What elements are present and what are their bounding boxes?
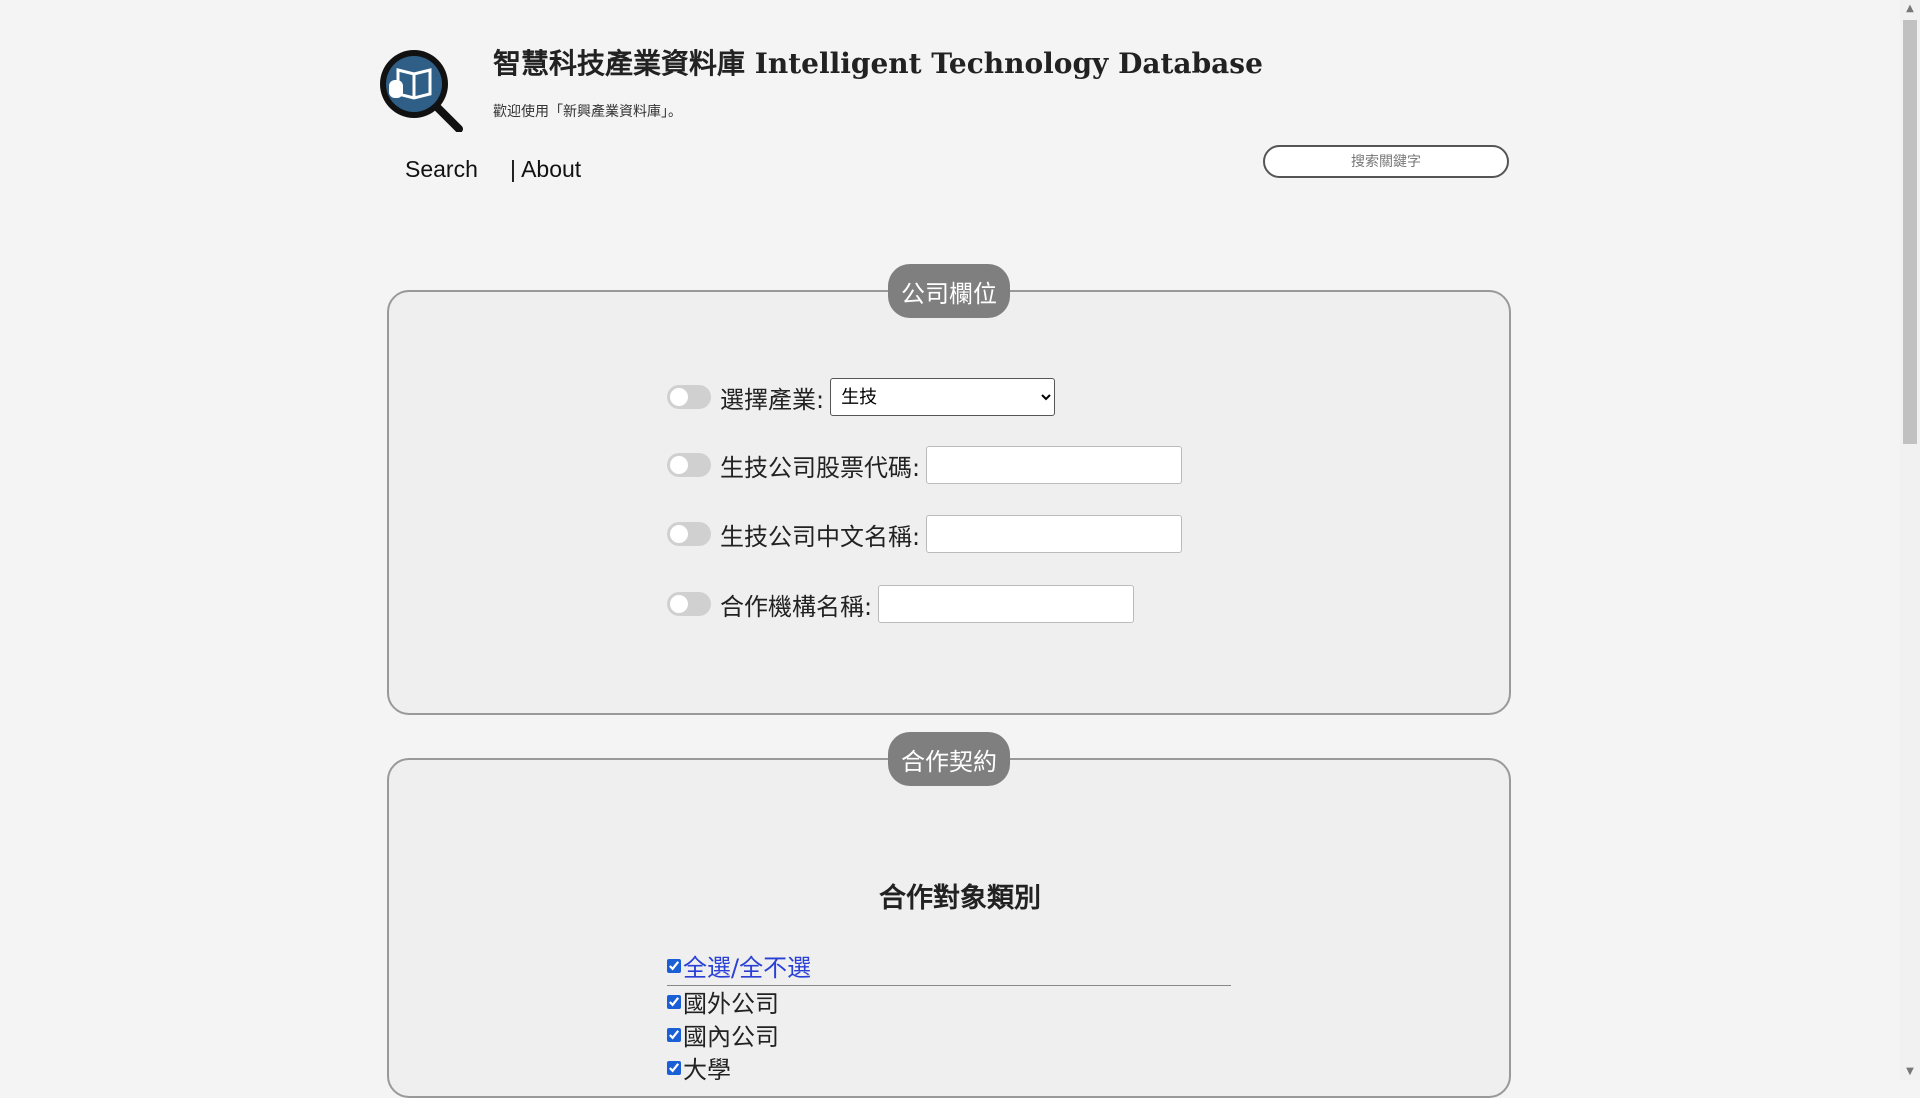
partner-name-row: 合作機構名稱: bbox=[667, 584, 1135, 624]
stock-code-row: 生技公司股票代碼: bbox=[667, 445, 1183, 485]
option-row-foreign: 國外公司 bbox=[667, 984, 779, 1019]
industry-toggle[interactable] bbox=[667, 385, 711, 409]
industry-row: 選擇產業: 生技 bbox=[667, 377, 1056, 417]
chinese-name-input[interactable] bbox=[926, 515, 1183, 553]
scrollbar-thumb[interactable] bbox=[1903, 20, 1917, 444]
foreign-company-label: 國外公司 bbox=[683, 990, 779, 1018]
stock-code-label: 生技公司股票代碼: bbox=[720, 453, 921, 482]
magnifier-book-icon bbox=[380, 50, 463, 133]
foreign-company-checkbox[interactable] bbox=[667, 994, 681, 1009]
site-title: 智慧科技產業資料庫 Intelligent Technology Databas… bbox=[493, 47, 1263, 80]
search-input[interactable] bbox=[1263, 145, 1509, 178]
stock-code-input[interactable] bbox=[926, 446, 1183, 484]
partner-name-toggle[interactable] bbox=[667, 592, 711, 616]
chinese-name-toggle[interactable] bbox=[667, 522, 711, 546]
university-checkbox[interactable] bbox=[667, 1060, 681, 1075]
partner-name-label: 合作機構名稱: bbox=[720, 592, 873, 621]
partner-name-input[interactable] bbox=[878, 585, 1135, 623]
company-fields-panel bbox=[387, 290, 1511, 715]
domestic-company-label: 國內公司 bbox=[683, 1023, 779, 1051]
main-nav: Search | About bbox=[405, 156, 581, 183]
nav-about-link[interactable]: | About bbox=[510, 156, 581, 183]
cooperation-contract-panel bbox=[387, 758, 1511, 1098]
cooperation-contract-title: 合作契約 bbox=[888, 732, 1010, 786]
partner-category-heading: 合作對象類別 bbox=[879, 883, 1041, 914]
chinese-name-label: 生技公司中文名稱: bbox=[720, 522, 921, 551]
company-fields-title: 公司欄位 bbox=[888, 264, 1010, 318]
logo bbox=[376, 46, 468, 133]
industry-label: 選擇產業: bbox=[720, 385, 825, 414]
nav-search-link[interactable]: Search bbox=[405, 156, 478, 182]
scroll-down-arrow-icon[interactable]: ▼ bbox=[1900, 1063, 1920, 1080]
select-all-link[interactable]: 全選/全不選 bbox=[683, 948, 811, 983]
domestic-company-checkbox[interactable] bbox=[667, 1027, 681, 1042]
scroll-up-arrow-icon[interactable]: ▲ bbox=[1900, 0, 1920, 17]
option-row-domestic: 國內公司 bbox=[667, 1017, 779, 1052]
stock-code-toggle[interactable] bbox=[667, 453, 711, 477]
industry-select[interactable]: 生技 bbox=[830, 378, 1056, 416]
vertical-scrollbar[interactable]: ▲ ▼ bbox=[1900, 0, 1920, 1080]
select-all-row: 全選/全不選 bbox=[667, 948, 1231, 986]
site-subtitle: 歡迎使用「新興產業資料庫」。 bbox=[493, 104, 682, 120]
chinese-name-row: 生技公司中文名稱: bbox=[667, 514, 1183, 554]
select-all-checkbox[interactable] bbox=[667, 958, 681, 973]
